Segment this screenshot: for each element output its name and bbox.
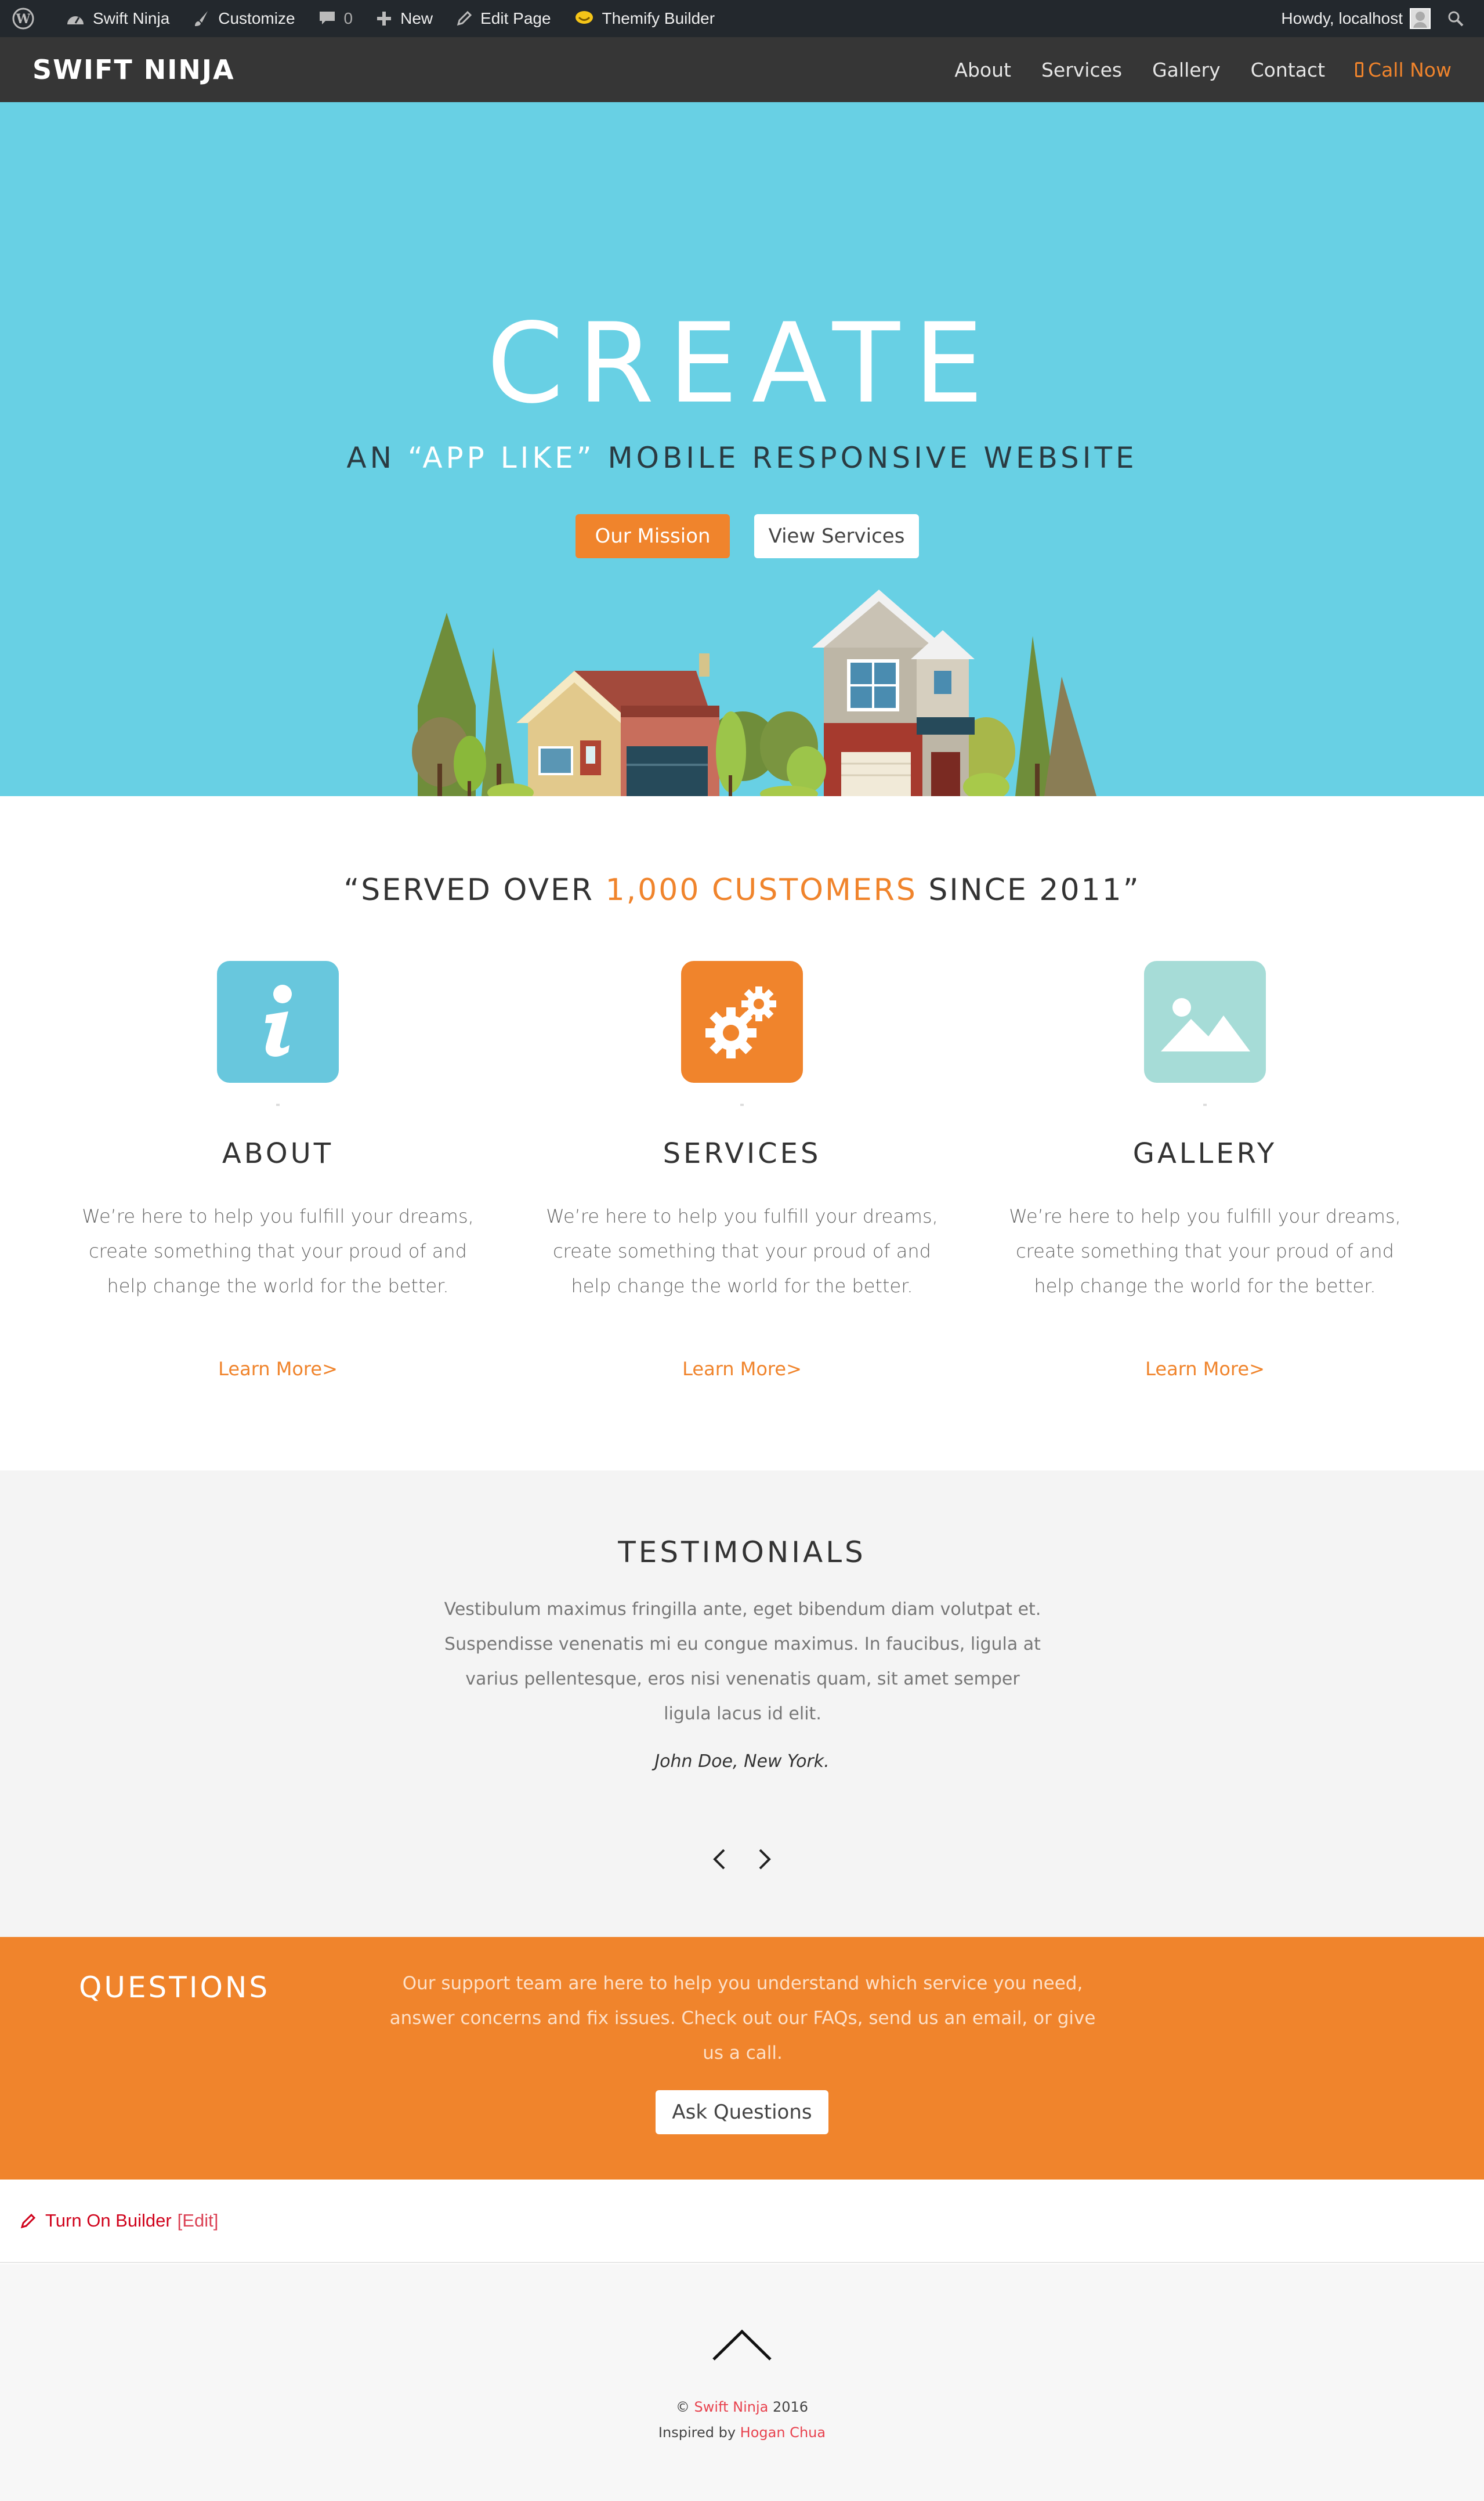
pencil-icon	[20, 2213, 36, 2229]
footer-author-link[interactable]: Hogan Chua	[740, 2424, 826, 2441]
site-footer: © Swift Ninja 2016 Inspired by Hogan Chu…	[0, 2264, 1484, 2501]
footer-inspired: Inspired by Hogan Chua	[0, 2420, 1484, 2445]
testimonial-author: John Doe, New York.	[654, 1751, 830, 1772]
served-accent: 1,000 CUSTOMERS	[605, 873, 917, 908]
admin-bar: W Swift Ninja Customize 0 New Edit Page …	[0, 0, 1484, 37]
hero-subtitle: AN “APP LIKE” MOBILE RESPONSIVE WEBSITE	[0, 441, 1484, 475]
comment-icon	[319, 12, 335, 24]
footer-inspired-label: Inspired by	[658, 2424, 736, 2441]
admin-edit-page-label: Edit Page	[480, 9, 551, 27]
back-to-top-icon[interactable]	[710, 2325, 774, 2365]
chevron-left-icon	[713, 1849, 725, 1870]
feature-gallery-learn-more[interactable]: Learn More>	[973, 1358, 1436, 1380]
feature-services-title: SERVICES	[663, 1137, 821, 1170]
testimonial-prev-button[interactable]	[707, 1846, 732, 1872]
admin-comments-count: 0	[343, 9, 353, 27]
nav-about[interactable]: About	[954, 59, 1011, 81]
admin-new-label: New	[400, 9, 433, 27]
admin-new[interactable]: New	[364, 0, 444, 37]
feature-about: ABOUT We’re here to help you fulfill you…	[46, 961, 509, 1380]
admin-customize-label: Customize	[218, 9, 295, 27]
builder-bar: Turn On Builder [Edit]	[0, 2180, 1484, 2263]
copyright-symbol: ©	[675, 2399, 690, 2415]
search-icon	[1448, 11, 1464, 27]
brush-icon	[195, 11, 208, 26]
testimonials-title: TESTIMONIALS	[618, 1535, 866, 1569]
served-customers-heading: “SERVED OVER 1,000 CUSTOMERS SINCE 2011”	[0, 873, 1484, 908]
houses-illustration	[412, 590, 1096, 796]
edit-link[interactable]: [Edit]	[178, 2210, 219, 2231]
our-mission-button[interactable]: Our Mission	[575, 514, 730, 558]
admin-customize[interactable]: Customize	[181, 0, 306, 37]
feature-divider	[276, 1104, 280, 1106]
questions-title: QUESTIONS	[79, 1971, 270, 2004]
admin-search[interactable]	[1435, 0, 1484, 37]
phone-icon	[1355, 62, 1364, 77]
admin-comments[interactable]: 0	[307, 0, 365, 37]
plus-icon	[377, 12, 392, 26]
chevron-right-icon	[759, 1849, 771, 1870]
feature-divider	[740, 1104, 744, 1106]
admin-themify-builder-label: Themify Builder	[602, 9, 715, 27]
footer-copyright: © Swift Ninja 2016	[0, 2394, 1484, 2420]
admin-themify-builder[interactable]: Themify Builder	[563, 0, 727, 37]
view-services-button[interactable]: View Services	[754, 514, 919, 558]
main-nav: About Services Gallery Contact Call Now	[924, 59, 1452, 81]
feature-gallery-text: We’re here to help you fulfill your drea…	[1009, 1205, 1401, 1297]
turn-on-builder-link[interactable]: Turn On Builder	[45, 2210, 172, 2231]
hero-section: CREATE AN “APP LIKE” MOBILE RESPONSIVE W…	[0, 102, 1484, 796]
site-header: SWIFT NINJA About Services Gallery Conta…	[0, 37, 1484, 102]
ask-questions-button[interactable]: Ask Questions	[656, 2090, 828, 2134]
svg-text:W: W	[16, 12, 31, 27]
footer-site-link[interactable]: Swift Ninja	[694, 2399, 769, 2415]
feature-about-text: We’re here to help you fulfill your drea…	[82, 1205, 474, 1297]
testimonial-quote: Vestibulum maximus fringilla ante, eget …	[444, 1599, 1041, 1724]
admin-account[interactable]: Howdy, localhost	[1269, 0, 1435, 37]
nav-call-now[interactable]: Call Now	[1355, 59, 1452, 81]
admin-site-name[interactable]: Swift Ninja	[55, 0, 181, 37]
feature-services: SERVICES We’re here to help you fulfill …	[511, 961, 973, 1380]
questions-text: Our support team are here to help you un…	[389, 1973, 1096, 2063]
site-logo[interactable]: SWIFT NINJA	[32, 54, 235, 85]
admin-howdy: Howdy, localhost	[1281, 9, 1403, 27]
admin-edit-page[interactable]: Edit Page	[444, 0, 562, 37]
questions-section: QUESTIONS Our support team are here to h…	[0, 1937, 1484, 2180]
dashboard-icon	[67, 16, 84, 24]
gears-icon	[681, 961, 803, 1083]
feature-divider	[1203, 1104, 1207, 1106]
themify-icon	[575, 11, 593, 24]
testimonials-section: TESTIMONIALS Vestibulum maximus fringill…	[0, 1470, 1484, 1937]
nav-services[interactable]: Services	[1041, 59, 1122, 81]
nav-contact[interactable]: Contact	[1251, 59, 1325, 81]
hero-subtitle-after: MOBILE RESPONSIVE WEBSITE	[595, 441, 1138, 475]
testimonial-next-button[interactable]	[752, 1846, 777, 1872]
footer-year: 2016	[773, 2399, 809, 2415]
image-icon	[1144, 961, 1266, 1083]
pencil-icon	[457, 10, 472, 26]
info-icon	[217, 961, 339, 1083]
hero-title: CREATE	[486, 299, 998, 428]
feature-gallery: GALLERY We’re here to help you fulfill y…	[973, 961, 1436, 1380]
admin-site-name-label: Swift Ninja	[93, 9, 170, 27]
footer-credits: © Swift Ninja 2016 Inspired by Hogan Chu…	[0, 2394, 1484, 2445]
feature-about-learn-more[interactable]: Learn More>	[46, 1358, 509, 1380]
nav-call-now-label: Call Now	[1368, 58, 1452, 81]
feature-services-text: We’re here to help you fulfill your drea…	[546, 1205, 938, 1297]
served-after: SINCE 2011”	[917, 873, 1141, 908]
hero-subtitle-highlight: “APP LIKE”	[407, 441, 595, 475]
served-before: “SERVED OVER	[343, 873, 606, 908]
feature-services-learn-more[interactable]: Learn More>	[511, 1358, 973, 1380]
wordpress-icon: W	[12, 8, 34, 30]
feature-about-title: ABOUT	[222, 1137, 334, 1170]
avatar	[1410, 8, 1431, 29]
nav-gallery[interactable]: Gallery	[1152, 59, 1221, 81]
wordpress-menu[interactable]: W	[0, 0, 55, 37]
feature-gallery-title: GALLERY	[1132, 1137, 1277, 1170]
hero-subtitle-before: AN	[346, 441, 408, 475]
